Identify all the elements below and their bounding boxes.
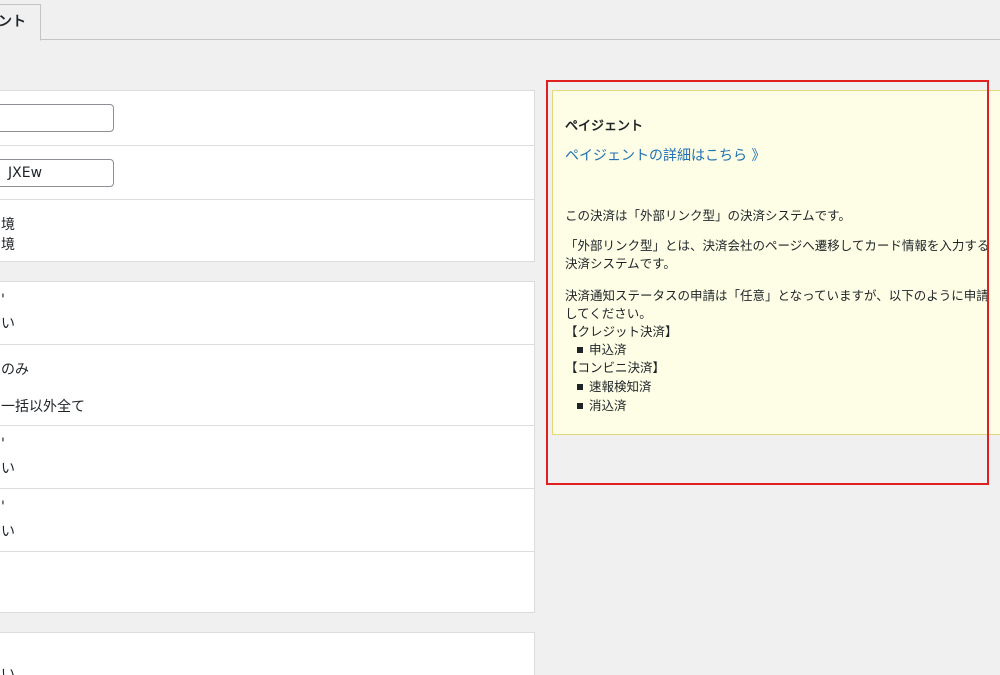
tab-bar: ント xyxy=(0,0,1000,41)
connect-password-field[interactable]: JXEw xyxy=(0,159,114,187)
tab-label: ント xyxy=(0,14,26,30)
form-row xyxy=(0,551,534,614)
form-row: 境 境 xyxy=(0,199,534,263)
settings-page: ント JXEw 境 境 ' い のみ 一括以外全て ' い ' い い ペイジェ… xyxy=(0,0,1000,675)
merchant-id-field[interactable] xyxy=(0,104,114,132)
form-row: い xyxy=(0,633,534,675)
form-row xyxy=(0,91,534,145)
option-label[interactable]: 一括以外全て xyxy=(1,396,85,416)
form-row: のみ 一括以外全て xyxy=(0,344,534,425)
form-row: ' い xyxy=(0,488,534,551)
option-label[interactable]: のみ xyxy=(1,359,29,379)
highlight-box xyxy=(546,80,989,485)
settings-card-1: JXEw 境 境 xyxy=(0,90,535,262)
option-label[interactable]: ' xyxy=(1,436,5,452)
settings-card-2: ' い のみ 一括以外全て ' い ' い xyxy=(0,281,535,613)
option-label[interactable]: い xyxy=(1,313,15,333)
tab-paygent[interactable]: ント xyxy=(0,4,41,41)
form-row: ' い xyxy=(0,425,534,488)
option-label[interactable]: ' xyxy=(1,292,5,308)
option-label[interactable]: い xyxy=(1,458,15,478)
env-option-2[interactable]: 境 xyxy=(1,234,15,254)
form-row: JXEw xyxy=(0,145,534,199)
option-label[interactable]: ' xyxy=(1,499,5,515)
env-option-1[interactable]: 境 xyxy=(1,214,15,234)
option-label[interactable]: い xyxy=(1,664,15,675)
option-label[interactable]: い xyxy=(1,521,15,541)
form-row: ' い xyxy=(0,282,534,344)
settings-card-3: い xyxy=(0,632,535,675)
